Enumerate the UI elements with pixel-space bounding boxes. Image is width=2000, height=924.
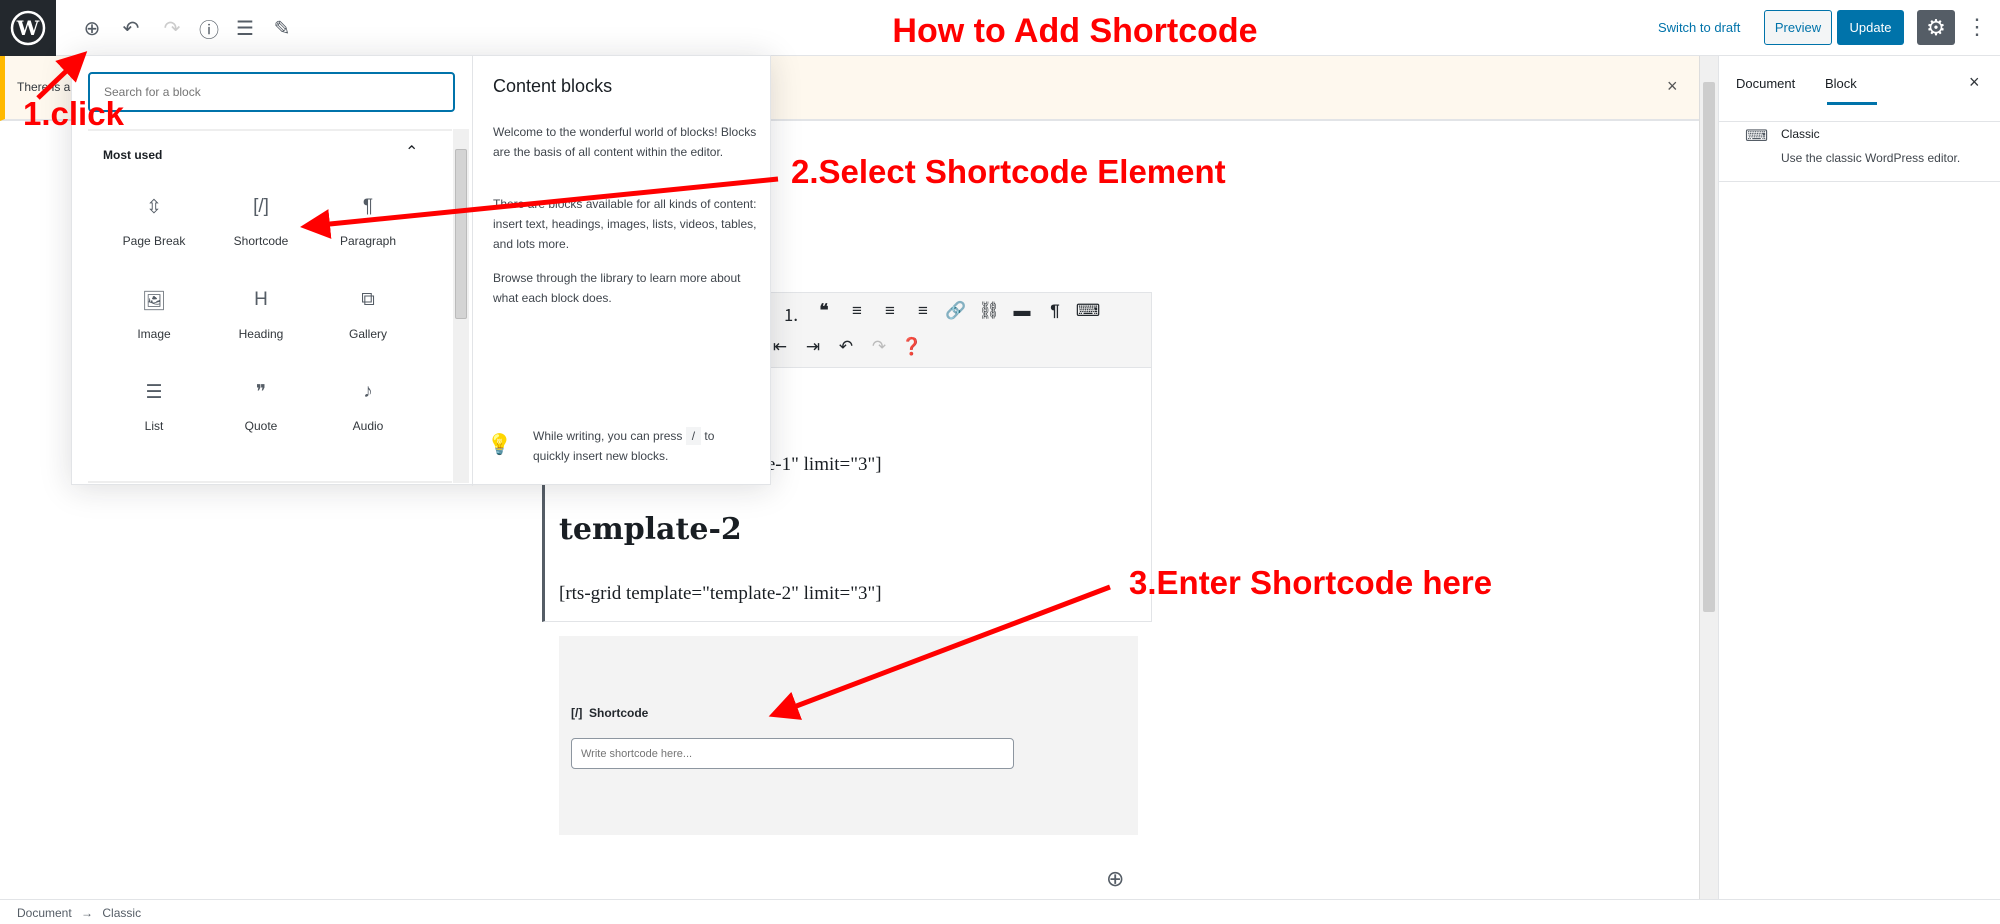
- divider: [1718, 181, 2000, 182]
- breadcrumb-classic[interactable]: Classic: [102, 906, 141, 920]
- content-blocks-title: Content blocks: [493, 76, 613, 96]
- divider: [1718, 121, 2000, 122]
- image-icon: 🖼: [141, 291, 167, 312]
- info-paragraph: There are blocks available for all kinds…: [493, 197, 757, 251]
- tip-text: While writing, you can press / to quickl…: [533, 427, 715, 463]
- info-paragraph: Browse through the library to learn more…: [493, 271, 741, 305]
- blockquote-icon[interactable]: ❝: [811, 301, 837, 321]
- block-item-image[interactable]: 🖼 Image: [99, 289, 209, 341]
- help-icon[interactable]: ❓: [899, 337, 925, 357]
- block-item-list[interactable]: ☰ List: [99, 381, 209, 433]
- chevron-up-icon[interactable]: ⌃: [405, 142, 418, 162]
- page-break-icon: ⇳: [146, 197, 162, 218]
- list-icon: ☰: [145, 382, 163, 403]
- annotation-step1: 1.click: [23, 95, 124, 132]
- block-label: Image: [137, 327, 171, 341]
- preview-button[interactable]: Preview: [1764, 10, 1832, 45]
- breadcrumb: Document → Classic: [0, 899, 2000, 924]
- block-description: Use the classic WordPress editor.: [1781, 151, 1961, 165]
- block-item-page-break[interactable]: ⇳ Page Break: [99, 196, 209, 248]
- gallery-icon: ⧉: [361, 289, 375, 310]
- block-label: Paragraph: [339, 234, 397, 248]
- heading-template-2[interactable]: template-2: [559, 512, 742, 547]
- editor-scrollbar[interactable]: [1699, 56, 1718, 899]
- shortcode-label: [/] Shortcode: [571, 706, 649, 720]
- inserter-scrollbar[interactable]: [453, 129, 469, 483]
- divider: [88, 481, 452, 483]
- block-label: Page Break: [122, 234, 186, 248]
- shortcode-icon: [/]: [253, 196, 269, 217]
- inserter-info-panel: Content blocks Welcome to the wonderful …: [472, 56, 772, 486]
- paragraph-icon: ¶: [362, 196, 374, 217]
- align-right-icon[interactable]: ≡: [910, 301, 936, 321]
- block-search-input[interactable]: [88, 72, 455, 112]
- update-button[interactable]: Update: [1837, 10, 1904, 45]
- block-label: Heading: [238, 327, 284, 341]
- close-icon[interactable]: ×: [1667, 76, 1678, 97]
- indent-icon[interactable]: ⇥: [800, 337, 826, 357]
- block-item-gallery[interactable]: ⧉ Gallery: [313, 289, 423, 341]
- read-more-icon[interactable]: ▬: [1009, 301, 1035, 321]
- active-tab-indicator: [1827, 102, 1877, 105]
- keyboard-toolbar-icon[interactable]: ⌨: [1075, 301, 1101, 321]
- block-item-heading[interactable]: H Heading: [206, 289, 316, 341]
- block-inserter-popover: Most used ⌃ ⇳ Page Break [/] Shortcode ¶ Para…: [71, 55, 772, 486]
- lightbulb-icon: 💡: [487, 434, 512, 456]
- block-label: Audio: [352, 419, 384, 433]
- annotation-step2: 2.Select Shortcode Element: [791, 153, 1226, 190]
- annotation-step3: 3.Enter Shortcode here: [1129, 564, 1493, 601]
- link-icon[interactable]: 🔗: [943, 301, 969, 321]
- align-center-icon[interactable]: ≡: [877, 301, 903, 321]
- notice-text: There is a: [17, 80, 71, 94]
- quote-icon: ❞: [255, 382, 267, 403]
- settings-sidebar: Document Block × ⌨ Classic Use the class…: [1718, 56, 2000, 899]
- block-label: Gallery: [348, 327, 387, 341]
- align-left-icon[interactable]: ≡: [844, 301, 870, 321]
- redo-icon[interactable]: ↷: [866, 337, 892, 357]
- undo-icon[interactable]: ↶: [833, 337, 859, 357]
- block-item-shortcode[interactable]: [/] Shortcode: [206, 196, 316, 248]
- breadcrumb-document[interactable]: Document: [17, 906, 72, 920]
- audio-icon: ♪: [363, 381, 373, 402]
- switch-to-draft-link[interactable]: Switch to draft: [1658, 20, 1740, 35]
- keyboard-icon: ⌨: [1745, 128, 1769, 145]
- tab-block[interactable]: Block: [1825, 76, 1857, 91]
- block-item-paragraph[interactable]: ¶ Paragraph: [313, 196, 423, 248]
- shortcode-input[interactable]: [571, 738, 1014, 769]
- block-name: Classic: [1781, 127, 1820, 141]
- block-item-audio[interactable]: ♪ Audio: [313, 381, 423, 433]
- block-label: List: [144, 419, 164, 433]
- add-block-icon[interactable]: ⊕: [1106, 866, 1124, 892]
- divider: [88, 129, 452, 131]
- block-item-quote[interactable]: ❞ Quote: [206, 381, 316, 433]
- tab-document[interactable]: Document: [1736, 76, 1795, 91]
- unlink-icon[interactable]: ⛓: [976, 301, 1002, 321]
- heading-icon: H: [254, 289, 268, 310]
- shortcode-block[interactable]: [/] Shortcode: [559, 636, 1138, 835]
- block-label: Shortcode: [233, 234, 289, 248]
- most-used-heading[interactable]: Most used: [103, 148, 162, 162]
- more-options-icon[interactable]: ⋮: [1966, 12, 1988, 42]
- numbered-list-icon[interactable]: ⒈: [778, 301, 804, 326]
- close-icon[interactable]: ×: [1969, 72, 1980, 93]
- block-label: Quote: [244, 419, 278, 433]
- shortcode-icon: [/]: [571, 706, 583, 720]
- shortcode-text-2[interactable]: [rts-grid template="template-2" limit="3…: [559, 583, 882, 605]
- info-paragraph: Welcome to the wonderful world of blocks…: [493, 125, 757, 159]
- paste-text-icon[interactable]: ¶: [1042, 301, 1068, 321]
- settings-gear-icon[interactable]: ⚙: [1917, 10, 1955, 45]
